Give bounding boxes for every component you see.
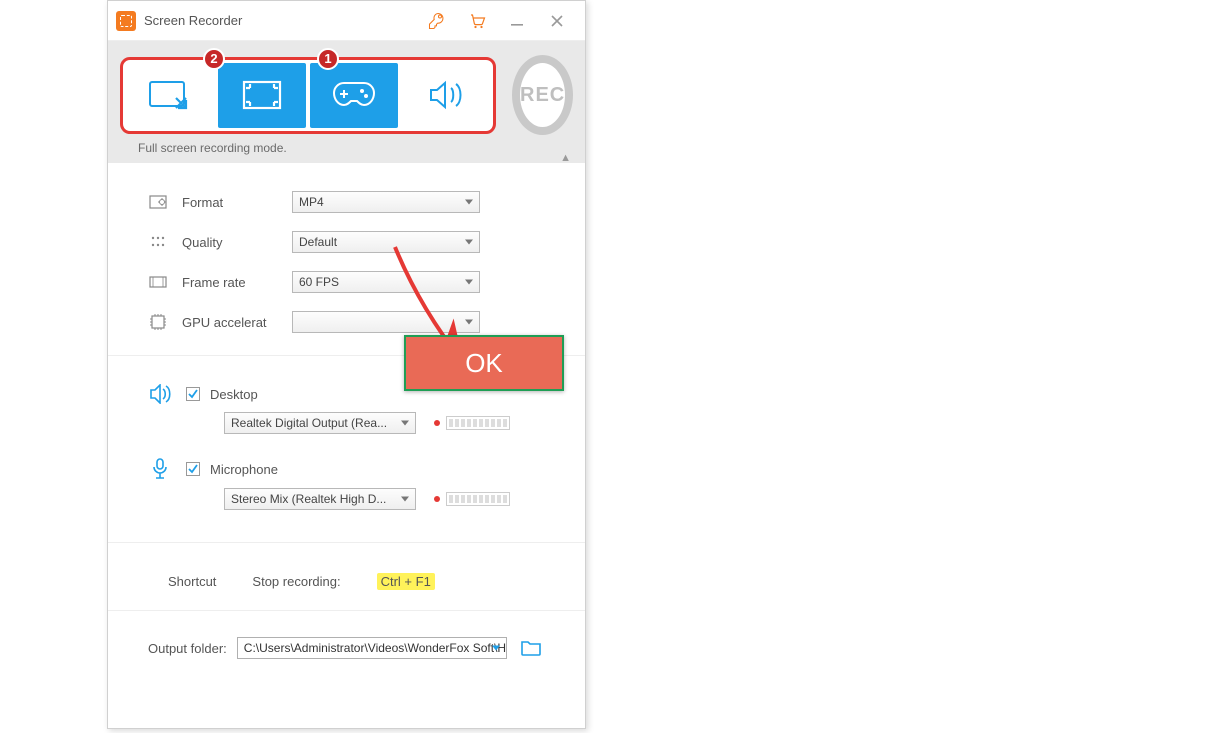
desktop-audio-icon	[148, 384, 172, 404]
quality-value: Default	[299, 235, 337, 249]
chevron-down-icon	[465, 280, 473, 285]
output-folder-path: C:\Users\Administrator\Videos\WonderFox …	[244, 641, 507, 655]
minimize-button[interactable]	[497, 6, 537, 36]
quality-label: Quality	[182, 235, 292, 250]
titlebar: Screen Recorder	[108, 1, 585, 41]
chevron-down-icon	[492, 646, 500, 651]
screen-recorder-window: Screen Recorder 2 1	[107, 0, 586, 729]
window-title: Screen Recorder	[144, 13, 242, 28]
mode-fullscreen-button[interactable]	[218, 63, 306, 128]
desktop-audio-device-select[interactable]: Realtek Digital Output (Rea...	[224, 412, 416, 434]
video-settings-section: Format MP4 Quality Default Frame rate 60…	[108, 163, 585, 356]
mode-group-highlight: 2 1	[120, 57, 496, 134]
close-button[interactable]	[537, 6, 577, 36]
annotation-ok-box: OK	[404, 335, 564, 391]
mode-area: 2 1 REC Full screen recording mode.	[108, 41, 585, 163]
desktop-audio-checkbox[interactable]	[186, 387, 200, 401]
microphone-label: Microphone	[210, 462, 278, 477]
microphone-icon	[148, 458, 172, 480]
key-icon[interactable]	[417, 6, 457, 36]
annotation-ok-label: OK	[465, 348, 503, 379]
gpu-icon	[148, 312, 168, 332]
gpu-label: GPU accelerat	[182, 315, 292, 330]
desktop-audio-device-value: Realtek Digital Output (Rea...	[231, 416, 387, 430]
framerate-select[interactable]: 60 FPS	[292, 271, 480, 293]
recording-dot-icon	[434, 420, 440, 426]
annotation-badge-1: 1	[317, 48, 339, 70]
format-icon	[148, 192, 168, 212]
chevron-down-icon	[401, 421, 409, 426]
recording-dot-icon	[434, 496, 440, 502]
framerate-value: 60 FPS	[299, 275, 339, 289]
shortcut-row: Shortcut Stop recording: Ctrl + F1	[108, 543, 585, 611]
desktop-audio-level-meter	[434, 416, 510, 430]
record-button[interactable]: REC	[512, 55, 573, 135]
record-button-label: REC	[520, 84, 565, 107]
mode-game-button[interactable]	[310, 63, 398, 128]
chevron-down-icon	[465, 320, 473, 325]
cart-icon[interactable]	[457, 6, 497, 36]
mode-caption: Full screen recording mode.	[120, 135, 573, 155]
mode-custom-region-button[interactable]	[126, 63, 214, 128]
desktop-audio-label: Desktop	[210, 387, 258, 402]
stop-recording-label: Stop recording:	[252, 574, 340, 589]
stop-recording-hotkey[interactable]: Ctrl + F1	[377, 573, 435, 590]
app-logo-icon	[116, 11, 136, 31]
format-select[interactable]: MP4	[292, 191, 480, 213]
quality-icon	[148, 232, 168, 252]
framerate-icon	[148, 272, 168, 292]
output-folder-row: Output folder: C:\Users\Administrator\Vi…	[108, 611, 585, 685]
format-label: Format	[182, 195, 292, 210]
microphone-device-value: Stereo Mix (Realtek High D...	[231, 492, 386, 506]
quality-select[interactable]: Default	[292, 231, 480, 253]
chevron-down-icon	[465, 200, 473, 205]
output-folder-label: Output folder:	[148, 641, 227, 656]
mode-audio-button[interactable]	[402, 63, 490, 128]
output-folder-select[interactable]: C:\Users\Administrator\Videos\WonderFox …	[237, 637, 507, 659]
collapse-toggle-icon[interactable]: ▲	[560, 152, 571, 164]
microphone-level-meter	[434, 492, 510, 506]
shortcut-label: Shortcut	[168, 574, 216, 589]
chevron-down-icon	[465, 240, 473, 245]
microphone-checkbox[interactable]	[186, 462, 200, 476]
framerate-label: Frame rate	[182, 275, 292, 290]
open-folder-button[interactable]	[517, 637, 545, 659]
annotation-badge-2: 2	[203, 48, 225, 70]
chevron-down-icon	[401, 497, 409, 502]
gpu-select[interactable]	[292, 311, 480, 333]
format-value: MP4	[299, 195, 324, 209]
microphone-device-select[interactable]: Stereo Mix (Realtek High D...	[224, 488, 416, 510]
